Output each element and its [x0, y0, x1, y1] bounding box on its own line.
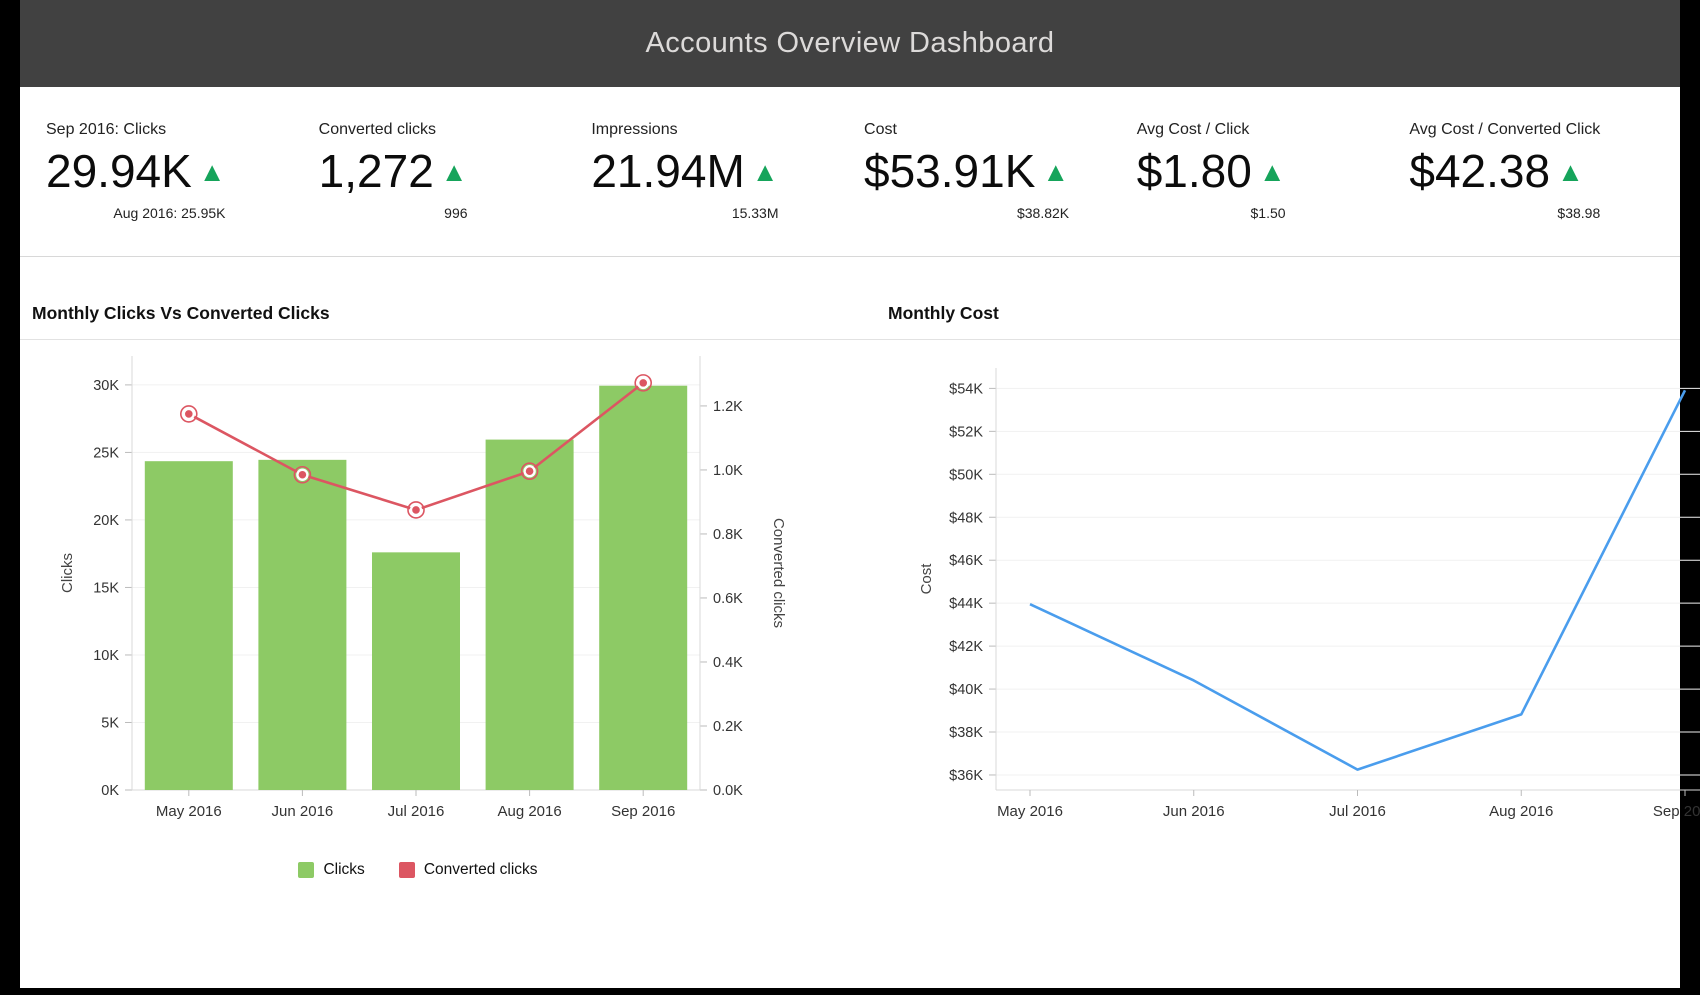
kpi-value: 1,272: [319, 145, 434, 197]
svg-text:$44K: $44K: [949, 596, 983, 612]
svg-text:May 2016: May 2016: [997, 803, 1063, 820]
kpi-cost: Cost $53.91K▲ $38.82K: [850, 121, 1123, 223]
kpi-label: Converted clicks: [319, 121, 468, 139]
svg-text:1.0K: 1.0K: [713, 463, 743, 479]
legend-label: Clicks: [323, 861, 364, 879]
charts-body: 0K 5K 10K 15K 20K 25K 30K 0.0K 0.2K 0.4K 0.6K 0.8K 1…: [20, 340, 1680, 879]
svg-text:5K: 5K: [101, 715, 119, 731]
svg-text:Sep 2016: Sep 2016: [1653, 803, 1700, 820]
svg-text:Sep 2016: Sep 2016: [611, 803, 675, 820]
app-header: Accounts Overview Dashboard: [20, 0, 1680, 87]
svg-text:$42K: $42K: [949, 639, 983, 655]
dashboard-card: Accounts Overview Dashboard Sep 2016: Cl…: [20, 0, 1680, 988]
kpi-label: Avg Cost / Click: [1137, 121, 1286, 139]
kpi-previous-value: $38.82K: [864, 205, 1069, 221]
chart-legend: Clicks Converted clicks: [48, 861, 788, 879]
kpi-value: 29.94K: [46, 145, 192, 197]
svg-text:Aug 2016: Aug 2016: [1489, 803, 1553, 820]
svg-text:Jul 2016: Jul 2016: [1329, 803, 1386, 820]
svg-text:Converted clicks: Converted clicks: [770, 518, 787, 628]
svg-text:$52K: $52K: [949, 424, 983, 440]
kpi-label: Avg Cost / Converted Click: [1409, 121, 1600, 139]
svg-text:1.2K: 1.2K: [713, 399, 743, 415]
kpi-converted-clicks: Converted clicks 1,272▲ 996: [305, 121, 578, 223]
page-title: Accounts Overview Dashboard: [646, 27, 1055, 60]
trend-up-icon: ▲: [1259, 157, 1286, 187]
clicks-vs-converted-clicks-chart: 0K 5K 10K 15K 20K 25K 30K 0.0K 0.2K 0.4K 0.6K 0.8K 1…: [48, 340, 788, 840]
trend-up-icon: ▲: [441, 157, 468, 187]
kpi-value: $42.38: [1409, 145, 1550, 197]
svg-text:Jun 2016: Jun 2016: [1163, 803, 1225, 820]
svg-text:$48K: $48K: [949, 510, 983, 526]
trend-up-icon: ▲: [752, 157, 779, 187]
kpi-impressions: Impressions 21.94M ▲ 15.33M: [577, 121, 850, 223]
svg-text:$36K: $36K: [949, 768, 983, 784]
svg-text:Aug 2016: Aug 2016: [497, 803, 561, 820]
kpi-value: $53.91K: [864, 145, 1035, 197]
clicks-swatch-icon: [298, 862, 314, 878]
cost-chart-title: Monthly Cost: [888, 303, 999, 324]
svg-text:May 2016: May 2016: [156, 803, 222, 820]
legend-item-converted-clicks: Converted clicks: [399, 861, 538, 879]
cost-chart-panel: $36K $38K $40K $42K $44K $46K $48K $50K $52K $54K…: [901, 340, 1700, 845]
kpi-row: Sep 2016: Clicks 29.94K▲ Aug 2016: 25.95…: [20, 87, 1680, 223]
svg-text:$54K: $54K: [949, 381, 983, 397]
svg-text:$38K: $38K: [949, 725, 983, 741]
svg-text:$50K: $50K: [949, 467, 983, 483]
svg-text:Jun 2016: Jun 2016: [272, 803, 334, 820]
trend-up-icon: ▲: [1042, 157, 1069, 187]
kpi-previous-value: 15.33M: [591, 205, 778, 221]
svg-text:Jul 2016: Jul 2016: [388, 803, 445, 820]
kpi-value: $1.80: [1137, 145, 1252, 197]
svg-text:0.4K: 0.4K: [713, 655, 743, 671]
kpi-avg-cost-per-click: Avg Cost / Click $1.80▲ $1.50: [1123, 121, 1396, 223]
svg-text:15K: 15K: [93, 580, 119, 596]
kpi-label: Impressions: [591, 121, 778, 139]
kpi-previous-value: $38.98: [1409, 205, 1600, 221]
svg-text:$46K: $46K: [949, 553, 983, 569]
svg-text:0.0K: 0.0K: [713, 783, 743, 799]
kpi-avg-cost-per-converted-click: Avg Cost / Converted Click $42.38▲ $38.9…: [1395, 121, 1668, 223]
kpi-clicks: Sep 2016: Clicks 29.94K▲ Aug 2016: 25.95…: [32, 121, 305, 223]
kpi-label: Cost: [864, 121, 1069, 139]
legend-label: Converted clicks: [424, 861, 538, 879]
kpi-label: Sep 2016: Clicks: [46, 121, 226, 139]
trend-up-icon: ▲: [199, 157, 226, 187]
svg-text:30K: 30K: [93, 378, 119, 394]
svg-text:$40K: $40K: [949, 682, 983, 698]
trend-up-icon: ▲: [1557, 157, 1584, 187]
svg-text:Clicks: Clicks: [59, 553, 76, 593]
kpi-previous-value: Aug 2016: 25.95K: [46, 205, 226, 221]
svg-text:0.8K: 0.8K: [713, 527, 743, 543]
svg-text:0K: 0K: [101, 783, 119, 799]
clicks-chart-panel: 0K 5K 10K 15K 20K 25K 30K 0.0K 0.2K 0.4K 0.6K 0.8K 1…: [20, 340, 788, 879]
svg-text:Cost: Cost: [918, 563, 935, 595]
converted-clicks-swatch-icon: [399, 862, 415, 878]
svg-text:0.6K: 0.6K: [713, 591, 743, 607]
svg-text:25K: 25K: [93, 445, 119, 461]
monthly-cost-chart: $36K $38K $40K $42K $44K $46K $48K $50K $52K $54K…: [901, 340, 1700, 840]
legend-item-clicks: Clicks: [298, 861, 364, 879]
kpi-value: 21.94M: [591, 145, 744, 197]
kpi-previous-value: 996: [319, 205, 468, 221]
clicks-chart-title: Monthly Clicks Vs Converted Clicks: [32, 303, 888, 324]
svg-text:0.2K: 0.2K: [713, 719, 743, 735]
svg-text:20K: 20K: [93, 513, 119, 529]
kpi-previous-value: $1.50: [1137, 205, 1286, 221]
svg-text:10K: 10K: [93, 648, 119, 664]
charts-header: Monthly Clicks Vs Converted Clicks Month…: [20, 257, 1680, 340]
